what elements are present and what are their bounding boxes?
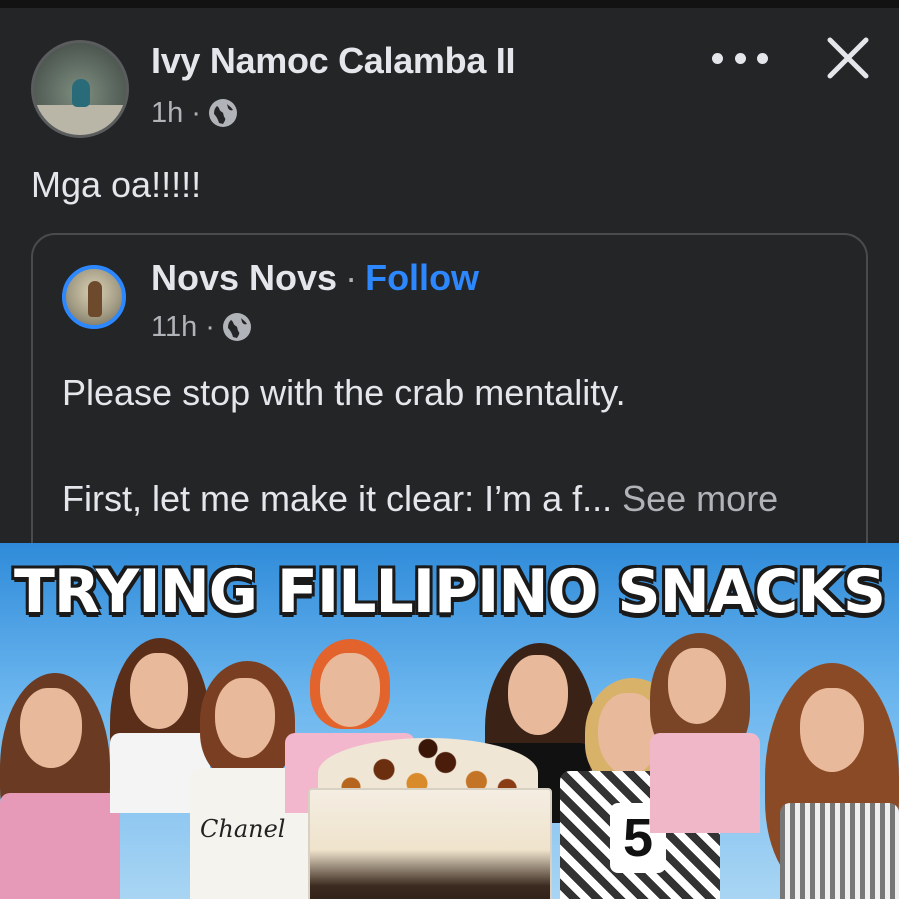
shared-post-text-line2: First, let me make it clear: I’m a f... … <box>62 478 852 520</box>
post-text: Mga oa!!!!! <box>31 164 202 205</box>
see-more-link[interactable]: See more <box>622 478 778 519</box>
top-bar <box>0 0 899 8</box>
shared-post-text-line1: Please stop with the crab mentality. <box>62 372 626 413</box>
shared-meta-dot: · <box>205 310 215 343</box>
close-icon[interactable] <box>826 36 870 80</box>
thumbnail-title: TRYING FILLIPINO SNACKS <box>13 557 886 627</box>
globe-icon <box>208 99 237 127</box>
video-thumbnail[interactable]: TRYING FILLIPINO SNACKS Chanel 5 <box>0 543 899 899</box>
shared-post-meta: 11h · <box>151 310 251 344</box>
globe-icon <box>222 313 251 341</box>
post-author-name[interactable]: Ivy Namoc Calamba II <box>151 40 515 82</box>
shirt-text: Chanel <box>200 815 286 843</box>
separator-dot: · <box>345 257 358 298</box>
shared-author-name[interactable]: Novs Novs <box>151 257 337 299</box>
shared-post-header: Novs Novs · Follow <box>151 257 479 299</box>
shared-avatar-figure <box>88 281 102 317</box>
follow-button[interactable]: Follow <box>365 257 479 299</box>
author-avatar[interactable] <box>31 40 129 138</box>
avatar-figure <box>72 79 90 107</box>
meta-dot: · <box>191 96 201 129</box>
shared-post-time[interactable]: 11h <box>151 311 197 344</box>
post-time[interactable]: 1h <box>151 97 183 130</box>
shared-post-text-truncated: First, let me make it clear: I’m a f... <box>62 478 613 519</box>
post-meta: 1h · <box>151 96 237 130</box>
more-options-icon[interactable] <box>712 40 768 76</box>
shared-author-avatar[interactable] <box>62 265 126 329</box>
snack-cup <box>308 788 552 899</box>
avatar-ground <box>34 105 126 135</box>
